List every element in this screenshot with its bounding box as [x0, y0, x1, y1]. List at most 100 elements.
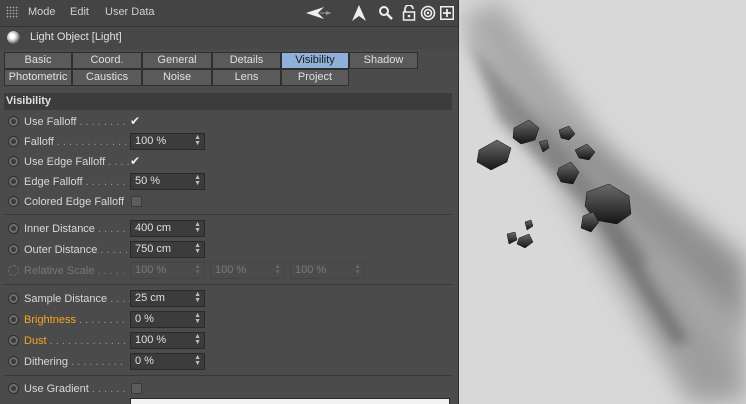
spinner-icon[interactable]: ▲ ▼: [194, 312, 201, 325]
animate-radio-icon[interactable]: [8, 136, 19, 147]
animate-radio-icon[interactable]: [8, 196, 19, 207]
use-falloff-label: Use Falloff: [24, 116, 77, 128]
animate-radio-icon[interactable]: [8, 293, 19, 304]
animate-radio-icon: [8, 265, 19, 276]
leader-dots: . . . . .: [94, 265, 125, 277]
dithering-field[interactable]: 0 % ▲ ▼: [130, 353, 205, 370]
animate-radio-icon[interactable]: [8, 176, 19, 187]
spinner-icon: ▲ ▼: [194, 263, 201, 276]
colored-edge-falloff-checkbox[interactable]: [131, 196, 142, 207]
edge-falloff-row: Edge Falloff . . . . . . . 50 % ▲ ▼: [0, 172, 458, 192]
tab-basic[interactable]: Basic: [4, 52, 72, 69]
animate-radio-icon[interactable]: [8, 156, 19, 167]
leader-dots: . . . . . . . .: [76, 116, 126, 128]
colored-edge-falloff-row: Colored Edge Falloff: [0, 192, 458, 212]
dust-label: Dust: [24, 335, 47, 347]
spinner-icon: ▲ ▼: [274, 263, 281, 276]
brightness-row: Brightness . . . . . . . . 0 % ▲ ▼: [0, 310, 458, 330]
leader-dots: . . . . . . . .: [75, 314, 125, 326]
use-edge-falloff-row: Use Edge Falloff . . . . ✔: [0, 152, 458, 172]
leader-dots: . . . . . . . . . . . . . .: [46, 335, 133, 347]
relative-scale-y-value: 100 %: [215, 264, 247, 276]
inner-distance-field[interactable]: 400 cm ▲ ▼: [130, 220, 205, 237]
spinner-icon[interactable]: ▲ ▼: [194, 291, 201, 304]
edge-falloff-field[interactable]: 50 % ▲ ▼: [130, 173, 205, 190]
falloff-field[interactable]: 100 % ▲ ▼: [130, 133, 205, 150]
dust-row: Dust . . . . . . . . . . . . . . 100 % ▲ ▼: [0, 331, 458, 351]
sample-distance-field[interactable]: 25 cm ▲ ▼: [130, 290, 205, 307]
dust-value: 100 %: [135, 334, 167, 346]
use-gradient-checkbox[interactable]: [131, 383, 142, 394]
object-title-row: Light Object [Light]: [0, 27, 458, 49]
animate-radio-icon[interactable]: [8, 356, 19, 367]
spinner-icon[interactable]: ▲ ▼: [194, 333, 201, 346]
relative-scale-label: Relative Scale: [24, 265, 95, 277]
outer-distance-field[interactable]: 750 cm ▲ ▼: [130, 241, 205, 258]
tab-visibility[interactable]: Visibility: [281, 52, 349, 69]
relative-scale-x-field: 100 % ▲ ▼: [130, 262, 205, 279]
spinner-icon[interactable]: ▲ ▼: [194, 354, 201, 367]
animate-radio-icon[interactable]: [8, 314, 19, 325]
tab-coord[interactable]: Coord.: [72, 52, 142, 69]
new-window-icon[interactable]: [438, 4, 456, 22]
arrow-up-icon[interactable]: [350, 4, 368, 22]
tab-noise[interactable]: Noise: [142, 69, 212, 86]
divider: [4, 375, 452, 376]
gradient-bar[interactable]: [130, 398, 450, 404]
tab-caustics[interactable]: Caustics: [72, 69, 142, 86]
leader-dots: . . . . . . . . .: [68, 356, 124, 368]
leader-dots: . . . .: [107, 293, 132, 305]
outer-distance-value: 750 cm: [135, 243, 172, 255]
leader-dots: . . . . . . . . . . . .: [53, 136, 128, 148]
animate-radio-icon[interactable]: [8, 116, 19, 127]
target-icon[interactable]: [419, 4, 437, 22]
relative-scale-z-field: 100 % ▲ ▼: [290, 262, 365, 279]
lock-icon[interactable]: [400, 4, 418, 22]
menu-edit[interactable]: Edit: [70, 6, 89, 18]
sample-distance-row: Sample Distance . . . . 25 cm ▲ ▼: [0, 289, 458, 309]
dithering-value: 0 %: [135, 355, 154, 367]
menu-bar: Mode Edit User Data: [0, 0, 458, 27]
spinner-icon[interactable]: ▲ ▼: [194, 174, 201, 187]
search-icon[interactable]: [377, 4, 395, 22]
tab-project[interactable]: Project: [281, 69, 349, 86]
use-falloff-checkbox[interactable]: ✔: [130, 115, 141, 127]
tab-shadow[interactable]: Shadow: [349, 52, 418, 69]
leader-dots: . . . . .: [94, 223, 126, 235]
brightness-label: Brightness: [24, 314, 76, 326]
tab-photometric[interactable]: Photometric: [4, 69, 72, 86]
animate-radio-icon[interactable]: [8, 223, 19, 234]
menu-user-data[interactable]: User Data: [105, 6, 155, 18]
divider: [4, 214, 452, 215]
object-title: Light Object [Light]: [30, 31, 122, 43]
sample-distance-value: 25 cm: [135, 292, 165, 304]
animate-radio-icon[interactable]: [8, 335, 19, 346]
dust-field[interactable]: 100 % ▲ ▼: [130, 332, 205, 349]
menu-mode[interactable]: Mode: [28, 6, 56, 18]
tab-lens[interactable]: Lens: [212, 69, 281, 86]
grip-icon[interactable]: [6, 6, 19, 19]
leader-dots: . . . . .: [97, 244, 128, 256]
tab-details[interactable]: Details: [212, 52, 281, 69]
edge-falloff-label: Edge Falloff: [24, 176, 83, 188]
animate-radio-icon[interactable]: [8, 244, 19, 255]
arrow-left-icon[interactable]: [306, 4, 332, 22]
relative-scale-row: Relative Scale . . . . . 100 % ▲ ▼ 100 % ▲ ▼…: [0, 261, 458, 281]
attribute-manager-panel: Mode Edit User Data Light Object [Light]…: [0, 0, 458, 404]
spinner-icon[interactable]: ▲ ▼: [194, 221, 201, 234]
dithering-label: Dithering: [24, 356, 69, 368]
spinner-icon[interactable]: ▲ ▼: [194, 242, 201, 255]
brightness-field[interactable]: 0 % ▲ ▼: [130, 311, 205, 328]
brightness-value: 0 %: [135, 313, 154, 325]
animate-radio-icon[interactable]: [8, 383, 19, 394]
relative-scale-y-field: 100 % ▲ ▼: [210, 262, 285, 279]
tab-general[interactable]: General: [142, 52, 212, 69]
use-edge-falloff-checkbox[interactable]: ✔: [130, 155, 141, 167]
leader-dots: . . . .: [105, 156, 130, 168]
use-edge-falloff-label: Use Edge Falloff: [24, 156, 106, 168]
render-preview-viewport: [458, 0, 746, 404]
dithering-row: Dithering . . . . . . . . . 0 % ▲ ▼: [0, 352, 458, 372]
outer-distance-row: Outer Distance . . . . . 750 cm ▲ ▼: [0, 240, 458, 260]
relative-scale-z-value: 100 %: [295, 264, 327, 276]
spinner-icon[interactable]: ▲ ▼: [194, 134, 201, 147]
